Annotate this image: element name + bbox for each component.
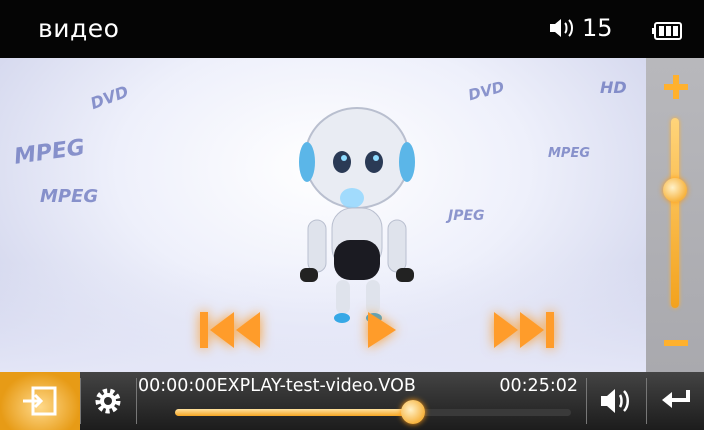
volume-panel (646, 58, 704, 372)
volume-slider-track[interactable] (671, 118, 679, 308)
robot-figure (299, 107, 415, 323)
gear-icon (95, 388, 121, 414)
page-title: видео (38, 14, 120, 43)
speaker-icon (550, 19, 573, 37)
volume-value: 15 (582, 14, 613, 42)
floating-logo: MPEG (548, 146, 591, 161)
current-time: 00:00:00 (138, 376, 217, 396)
seek-bar-fill (175, 409, 413, 416)
divider (80, 378, 81, 424)
settings-button[interactable] (82, 372, 134, 430)
input-source-button[interactable] (0, 372, 80, 430)
play-icon (368, 312, 396, 348)
volume-icon (601, 389, 629, 413)
floating-logo: MPEG (12, 135, 87, 170)
next-button[interactable] (488, 308, 558, 352)
back-button[interactable] (648, 372, 704, 430)
previous-track-icon (200, 312, 260, 348)
input-source-icon (23, 386, 57, 416)
next-track-icon (494, 312, 554, 348)
seek-bar[interactable] (175, 400, 571, 424)
volume-indicator: 15 (548, 14, 613, 42)
track-info: 00:00:00EXPLAY-test-video.VOB 00:25:02 (138, 376, 584, 396)
volume-slider-knob[interactable] (663, 178, 687, 203)
divider (136, 378, 137, 424)
back-arrow-icon (662, 390, 690, 408)
total-time: 00:25:02 (499, 376, 578, 396)
play-button[interactable] (362, 308, 402, 352)
file-name: EXPLAY-test-video.VOB (216, 376, 416, 396)
playback-bar: 00:00:00EXPLAY-test-video.VOB 00:25:02 (0, 372, 704, 430)
seek-bar-knob[interactable] (400, 400, 425, 424)
status-bar: видео 15 (0, 0, 704, 58)
divider (646, 378, 647, 424)
volume-down-button[interactable] (663, 330, 689, 356)
floating-logo: JPEG (448, 208, 485, 224)
volume-up-button[interactable] (663, 74, 689, 100)
divider (586, 378, 587, 424)
floating-logo: DVD (466, 77, 507, 105)
video-frame[interactable]: MPEG DVD HD MPEG DVD MPEG JPEG (0, 58, 646, 372)
previous-button[interactable] (196, 308, 266, 352)
floating-logo: DVD (87, 81, 132, 114)
floating-logo: MPEG (40, 186, 99, 207)
floating-logo: HD (600, 78, 627, 97)
battery-icon (652, 22, 682, 40)
volume-button[interactable] (588, 372, 644, 430)
